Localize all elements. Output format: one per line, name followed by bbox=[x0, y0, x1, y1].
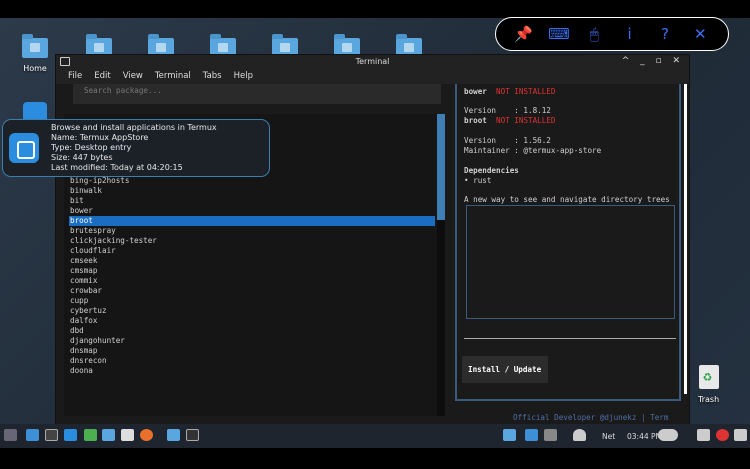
terminal-icon[interactable] bbox=[45, 429, 58, 441]
window-controls[interactable]: ^ _ ▫ ✕ bbox=[622, 56, 684, 66]
package-list-item[interactable]: dnsrecon bbox=[69, 356, 435, 366]
window-titlebar[interactable]: Terminal ^ _ ▫ ✕ bbox=[56, 55, 689, 69]
bottom-black-bar bbox=[0, 448, 750, 469]
window-title: Terminal bbox=[355, 57, 390, 66]
files-icon[interactable] bbox=[64, 429, 77, 441]
home-folder-icon[interactable]: Home bbox=[18, 34, 52, 73]
bell-icon[interactable] bbox=[573, 429, 586, 441]
footer-credit: Official Developer @djunekz | Term bbox=[513, 413, 669, 422]
power-icon[interactable] bbox=[716, 429, 729, 441]
taskbar: Net 03:44 PM bbox=[0, 424, 750, 448]
folder-icon bbox=[22, 34, 48, 58]
firefox-icon[interactable] bbox=[140, 429, 153, 441]
description-box bbox=[466, 205, 675, 319]
package-name: broot bbox=[464, 116, 487, 125]
status-badge: NOT INSTALLED bbox=[496, 87, 556, 96]
detail-bower-version: Version : 1.8.12 bbox=[464, 106, 551, 115]
tooltip-name: Name: Termux AppStore bbox=[51, 133, 149, 142]
dependencies-title: Dependencies bbox=[464, 166, 519, 175]
package-list-scrollbar[interactable] bbox=[437, 114, 445, 416]
editor-icon[interactable] bbox=[84, 429, 97, 441]
menu-edit[interactable]: Edit bbox=[94, 69, 110, 84]
tooltip-modified: Last modified: Today at 04:20:15 bbox=[51, 163, 183, 172]
status-badge: NOT INSTALLED bbox=[496, 116, 556, 125]
package-list-item[interactable]: dbd bbox=[69, 326, 435, 336]
mouse-icon[interactable]: 🖱 bbox=[582, 25, 606, 43]
recycle-bin-icon bbox=[698, 365, 719, 389]
show-desktop-icon[interactable] bbox=[734, 429, 747, 441]
package-list-item[interactable]: cmseek bbox=[69, 256, 435, 266]
package-list-item[interactable]: cmsmap bbox=[69, 266, 435, 276]
lock-icon[interactable] bbox=[697, 429, 710, 441]
search-input[interactable]: Search package... bbox=[73, 84, 441, 104]
details-scrollbar[interactable] bbox=[684, 84, 687, 394]
package-list-item[interactable]: bit bbox=[69, 196, 435, 206]
folder-icon[interactable] bbox=[167, 429, 180, 441]
package-name: bower bbox=[464, 87, 487, 96]
package-details-panel: bower NOT INSTALLED Version : 1.8.12 bro… bbox=[455, 84, 687, 401]
app-menu-icon[interactable] bbox=[4, 429, 17, 441]
help-icon[interactable]: ? bbox=[653, 25, 677, 43]
network-label[interactable]: Net bbox=[602, 432, 615, 441]
clock[interactable]: 03:44 PM bbox=[627, 432, 662, 441]
toggle-icon[interactable] bbox=[658, 429, 678, 441]
detail-maintainer: Maintainer : @termux-app-store bbox=[464, 146, 602, 155]
package-list-item[interactable]: cloudflair bbox=[69, 246, 435, 256]
package-list-item[interactable]: doona bbox=[69, 366, 435, 376]
pin-icon[interactable]: 📌 bbox=[512, 25, 536, 43]
detail-bower-line: bower NOT INSTALLED bbox=[464, 87, 555, 96]
package-list-item[interactable]: commix bbox=[69, 276, 435, 286]
package-list-item[interactable]: bing-ip2hosts bbox=[69, 176, 435, 186]
menu-tabs[interactable]: Tabs bbox=[203, 69, 222, 84]
package-list-item[interactable]: broot bbox=[69, 216, 435, 226]
tooltip: Browse and install applications in Termu… bbox=[2, 119, 270, 177]
package-list-item[interactable]: bower bbox=[69, 206, 435, 216]
trash-icon[interactable]: Trash bbox=[698, 365, 719, 404]
package-list-item[interactable]: crowbar bbox=[69, 286, 435, 296]
terminal-window: Terminal ^ _ ▫ ✕ File Edit View Terminal… bbox=[55, 54, 690, 426]
package-list-item[interactable]: cupp bbox=[69, 296, 435, 306]
menu-bar: File Edit View Terminal Tabs Help bbox=[56, 69, 689, 84]
top-black-bar bbox=[0, 0, 750, 18]
workspace-icon[interactable] bbox=[503, 429, 516, 441]
package-list-item[interactable]: djangohunter bbox=[69, 336, 435, 346]
package-list-item[interactable]: cybertuz bbox=[69, 306, 435, 316]
package-list-item[interactable]: dalfox bbox=[69, 316, 435, 326]
package-list-item[interactable]: dnsmap bbox=[69, 346, 435, 356]
media-player-icon[interactable] bbox=[121, 429, 134, 441]
package-list-item[interactable]: binwalk bbox=[69, 186, 435, 196]
clipboard-icon[interactable] bbox=[525, 429, 538, 441]
tooltip-type: Type: Desktop entry bbox=[51, 143, 132, 152]
divider bbox=[464, 338, 676, 339]
terminal-task-icon[interactable] bbox=[186, 429, 199, 441]
menu-file[interactable]: File bbox=[68, 69, 82, 84]
desktop-icon[interactable] bbox=[26, 429, 39, 441]
desktop-icon-label: Home bbox=[23, 64, 47, 73]
detail-broot-line: broot NOT INSTALLED bbox=[464, 116, 555, 125]
menu-terminal[interactable]: Terminal bbox=[155, 69, 191, 84]
display-icon[interactable] bbox=[544, 429, 557, 441]
install-update-button[interactable]: Install / Update bbox=[462, 356, 548, 383]
tooltip-description: Browse and install applications in Termu… bbox=[51, 123, 217, 132]
scrollbar-thumb[interactable] bbox=[437, 114, 445, 220]
close-icon[interactable]: ✕ bbox=[688, 25, 712, 43]
control-panel: 📌 ⌨ 🖱 i ? ✕ bbox=[495, 17, 729, 51]
package-list-item[interactable]: clickjacking-tester bbox=[69, 236, 435, 246]
menu-view[interactable]: View bbox=[123, 69, 143, 84]
menu-help[interactable]: Help bbox=[234, 69, 253, 84]
detail-broot-version: Version : 1.56.2 bbox=[464, 136, 551, 145]
tooltip-size: Size: 447 bytes bbox=[51, 153, 113, 162]
calculator-icon[interactable] bbox=[102, 429, 115, 441]
package-description: A new way to see and navigate directory … bbox=[464, 195, 670, 204]
info-icon[interactable]: i bbox=[618, 25, 642, 43]
dependency-item: • rust bbox=[464, 176, 492, 185]
keyboard-icon[interactable]: ⌨ bbox=[547, 25, 571, 43]
trash-label: Trash bbox=[698, 395, 720, 404]
package-list-item[interactable]: brutespray bbox=[69, 226, 435, 236]
appstore-icon bbox=[9, 133, 39, 163]
